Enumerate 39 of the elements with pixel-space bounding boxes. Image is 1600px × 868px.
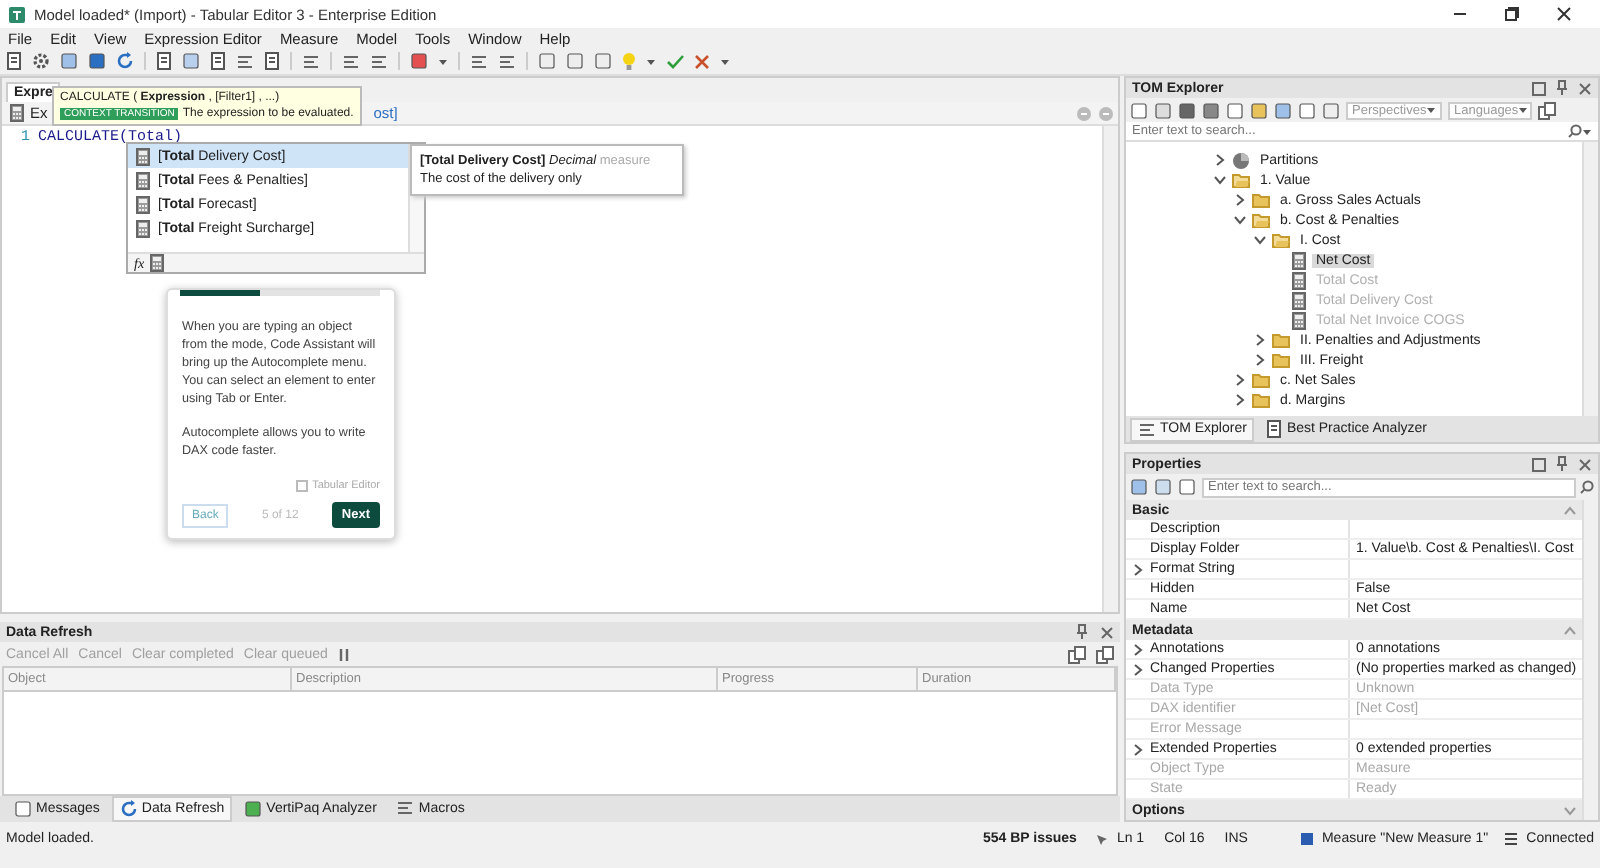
open-folder-icon	[1252, 212, 1270, 228]
caret-icon[interactable]	[1426, 106, 1437, 114]
open-folder-icon	[1232, 172, 1250, 188]
copy-icon[interactable]	[1096, 645, 1114, 663]
vertical-scrollbar[interactable]	[1582, 142, 1598, 416]
pin-icon[interactable]	[1556, 80, 1568, 96]
calculator-icon	[136, 219, 150, 237]
app-logo-icon	[8, 5, 26, 23]
calculator-icon	[136, 195, 150, 213]
caret-icon[interactable]	[438, 57, 448, 65]
cursor-icon	[1096, 833, 1109, 845]
open-folder-icon	[1272, 232, 1290, 248]
calculator-icon	[136, 147, 150, 165]
maximize-icon[interactable]	[1532, 81, 1546, 95]
caret-icon[interactable]	[720, 57, 730, 65]
script-icon[interactable]	[210, 52, 226, 70]
caret-icon[interactable]	[1582, 127, 1592, 135]
calculator-icon	[136, 171, 150, 189]
measure-square-icon	[1299, 832, 1314, 846]
pie-chart-icon	[1232, 151, 1250, 169]
open-icon[interactable]	[6, 52, 22, 70]
pin-icon[interactable]	[1076, 624, 1088, 640]
logo-icon	[296, 480, 309, 492]
close-icon[interactable]	[1556, 6, 1572, 22]
cross-icon[interactable]	[694, 53, 710, 69]
vertical-scrollbar[interactable]	[1582, 500, 1598, 820]
caret-icon[interactable]	[1518, 106, 1529, 114]
checkmark-icon[interactable]	[666, 53, 684, 69]
search-icon[interactable]	[1568, 124, 1582, 138]
new-document-icon[interactable]	[156, 52, 172, 70]
caret-icon[interactable]	[646, 57, 656, 65]
pause-icon[interactable]	[337, 647, 350, 661]
refresh-icon[interactable]	[116, 52, 134, 70]
restore-icon[interactable]	[1504, 6, 1520, 22]
format-icon[interactable]	[264, 52, 280, 70]
search-icon[interactable]	[1580, 480, 1594, 494]
pin-icon[interactable]	[1556, 456, 1568, 472]
vertical-scrollbar[interactable]	[1102, 126, 1118, 612]
maximize-icon[interactable]	[1532, 457, 1546, 471]
